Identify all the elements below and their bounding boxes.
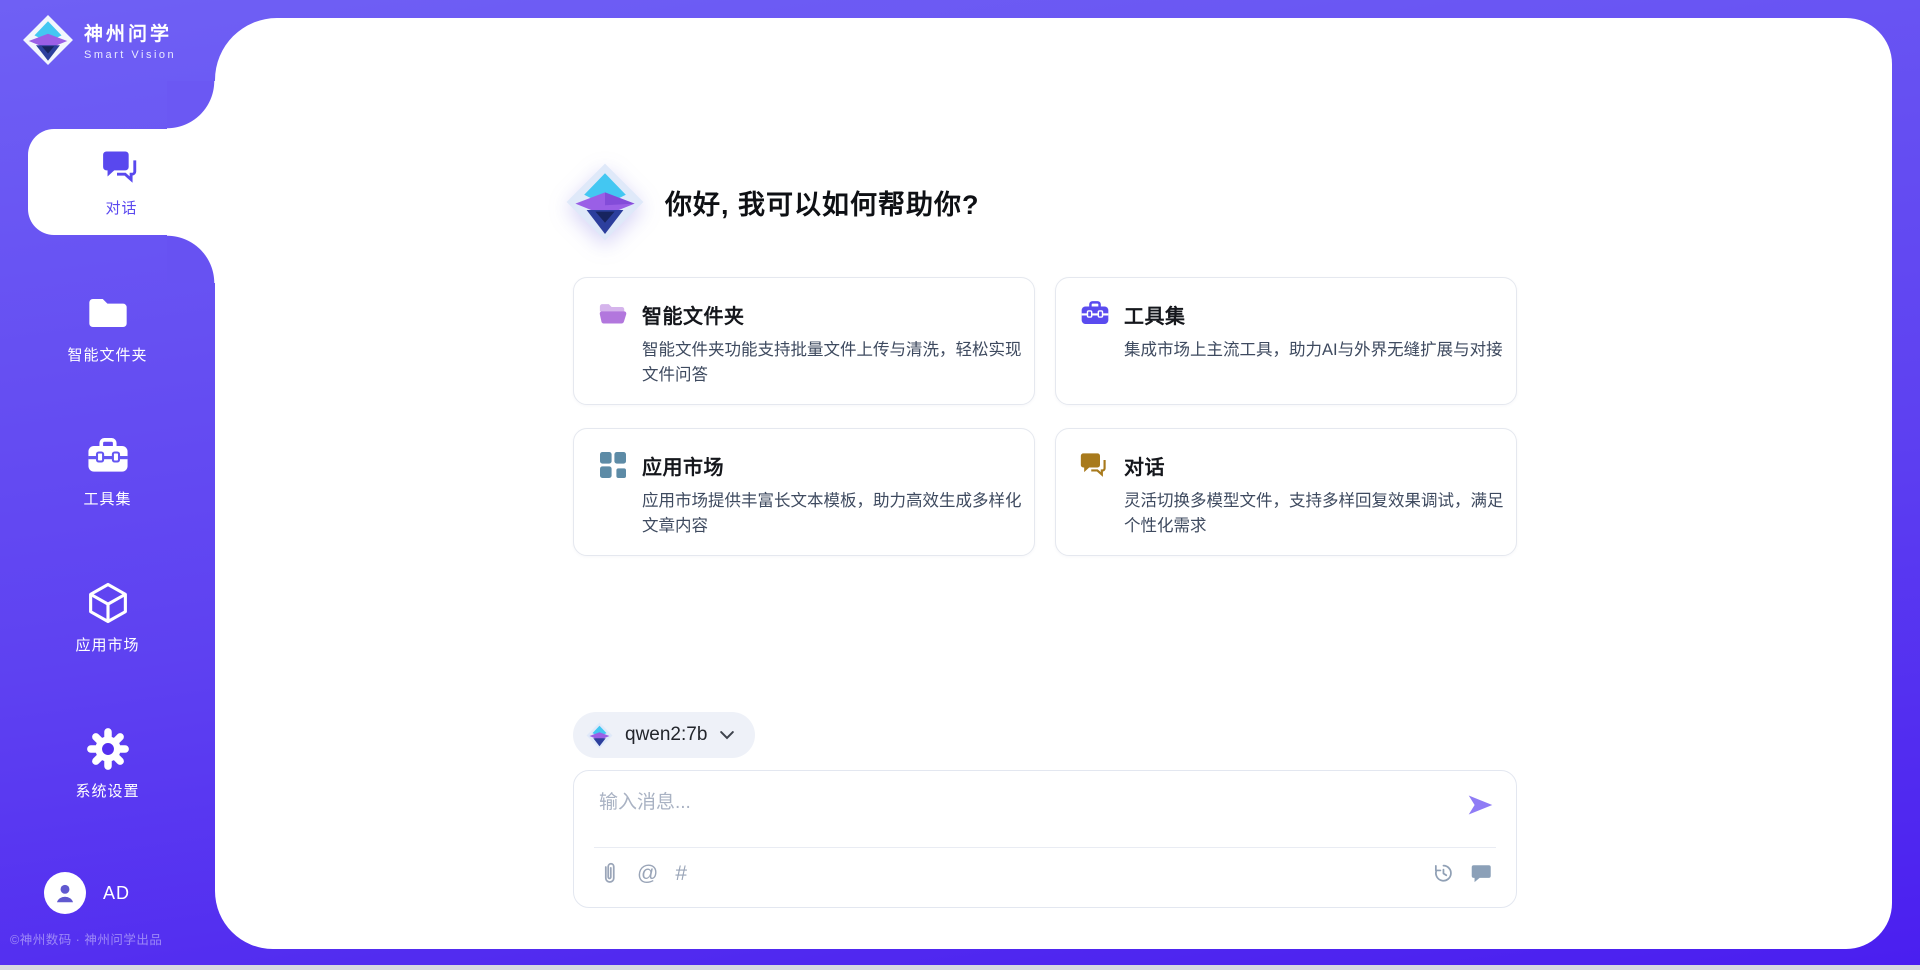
composer-right-tools [1432, 862, 1492, 884]
card-description: 集成市场上主流工具，助力AI与外界无缝扩展与对接 [1124, 338, 1516, 363]
card-description: 灵活切换多模型文件，支持多样回复效果调试，满足个性化需求 [1124, 489, 1516, 539]
card-description: 智能文件夹功能支持批量文件上传与清洗，轻松实现文件问答 [642, 338, 1034, 388]
attachment-icon[interactable] [599, 861, 620, 885]
sidebar-item-label: 系统设置 [75, 780, 139, 801]
briefcase-icon [86, 437, 130, 477]
card-app-market[interactable]: 应用市场 应用市场提供丰富长文本模板，助力高效生成多样化文章内容 [573, 428, 1035, 556]
sidebar-item-label: 对话 [105, 197, 137, 218]
topic-icon[interactable]: # [675, 863, 687, 884]
sidebar-item-app-market[interactable]: 应用市场 [0, 582, 215, 655]
message-input[interactable] [599, 787, 1449, 839]
model-selector[interactable]: qwen2:7b [573, 712, 755, 758]
card-title: 智能文件夹 [642, 300, 745, 329]
card-title: 对话 [1124, 451, 1165, 480]
sidebar-item-toolset[interactable]: 工具集 [0, 436, 215, 509]
sidebar-item-label: 智能文件夹 [67, 344, 147, 365]
sidebar-item-settings[interactable]: 系统设置 [0, 728, 215, 801]
horizontal-scrollbar[interactable] [0, 965, 1920, 970]
tab-curve-top [167, 81, 215, 129]
sidebar-item-label: 工具集 [83, 488, 131, 509]
gear-icon [86, 727, 130, 771]
chat-bubbles-icon [1080, 450, 1110, 480]
gem-logo-icon [22, 14, 74, 66]
main-content-panel: 你好, 我可以如何帮助你? 智能文件夹 智能文件夹功能支持批量文件上传与清洗，轻… [215, 18, 1892, 949]
tab-curve-bottom [167, 235, 215, 283]
composer-divider [594, 847, 1496, 848]
cube-3d-icon [87, 581, 129, 625]
folder-icon [87, 295, 129, 331]
chat-bubbles-icon [102, 148, 142, 186]
mention-icon[interactable]: @ [637, 863, 658, 884]
brand-name: 神州问学 [84, 19, 176, 46]
chevron-down-icon [719, 730, 735, 740]
card-smart-folder[interactable]: 智能文件夹 智能文件夹功能支持批量文件上传与清洗，轻松实现文件问答 [573, 277, 1035, 405]
message-composer: @ # [573, 770, 1517, 908]
avatar [44, 872, 86, 914]
card-chat[interactable]: 对话 灵活切换多模型文件，支持多样回复效果调试，满足个性化需求 [1055, 428, 1517, 556]
briefcase-icon [1080, 299, 1110, 329]
card-title: 应用市场 [642, 451, 724, 480]
app-grid-icon [598, 450, 628, 480]
brand-subtitle: Smart Vision [84, 49, 176, 61]
card-toolset[interactable]: 工具集 集成市场上主流工具，助力AI与外界无缝扩展与对接 [1055, 277, 1517, 405]
open-folder-icon [598, 299, 628, 329]
person-icon [52, 880, 78, 906]
gem-logo-icon [565, 162, 645, 242]
gem-logo-icon [586, 722, 613, 749]
sidebar-item-label: 应用市场 [75, 634, 139, 655]
sidebar-item-chat[interactable]: 对话 [28, 129, 215, 235]
model-name: qwen2:7b [625, 724, 707, 746]
send-icon[interactable] [1466, 792, 1495, 818]
copyright-text: ©神州数码 · 神州问学出品 [10, 929, 162, 948]
feature-cards: 智能文件夹 智能文件夹功能支持批量文件上传与清洗，轻松实现文件问答 工具集 集成… [573, 277, 1517, 556]
greeting-title: 你好, 我可以如何帮助你? [665, 183, 980, 222]
sidebar-item-smart-folder[interactable]: 智能文件夹 [0, 292, 215, 365]
welcome-hero: 你好, 我可以如何帮助你? [565, 162, 980, 242]
quick-reply-icon[interactable] [1470, 863, 1492, 883]
history-icon[interactable] [1432, 862, 1454, 884]
user-profile[interactable]: AD [44, 872, 130, 914]
card-title: 工具集 [1124, 300, 1186, 329]
brand-logo: 神州问学 Smart Vision [22, 14, 176, 66]
user-name: AD [103, 883, 130, 904]
composer-left-tools: @ # [599, 861, 687, 885]
card-description: 应用市场提供丰富长文本模板，助力高效生成多样化文章内容 [642, 489, 1034, 539]
